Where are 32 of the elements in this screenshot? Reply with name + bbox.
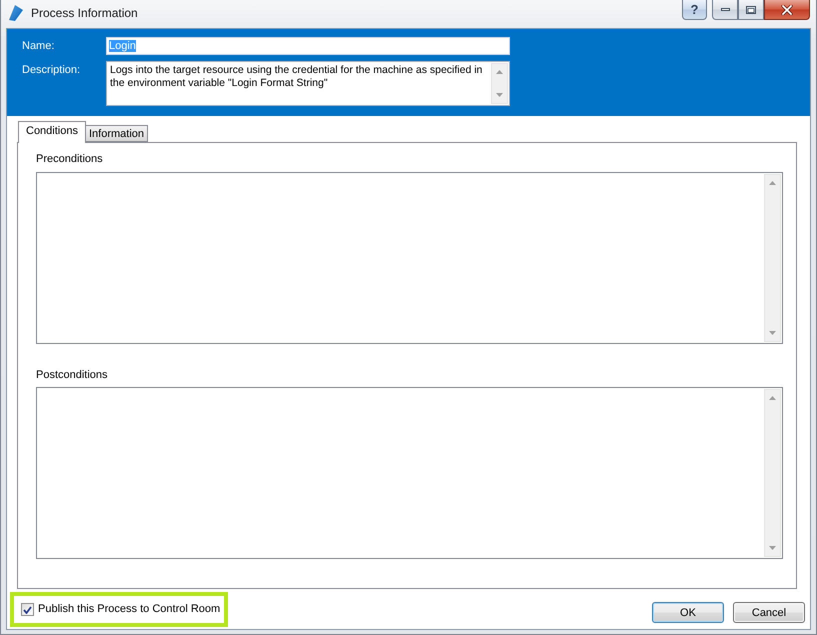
close-icon	[781, 4, 793, 14]
logo-icon	[9, 5, 23, 21]
minimize-icon	[720, 8, 730, 11]
field-label: Description:	[22, 63, 82, 77]
maximize-icon	[746, 6, 756, 14]
text-area-field[interactable]	[36, 172, 783, 344]
scroll-up-icon	[496, 70, 503, 74]
description-field[interactable]: Logs into the target resource using the credential for the machine as specified in the environment variable "Login Format String"	[106, 61, 510, 106]
scroll-up-icon	[769, 181, 776, 185]
tab[interactable]: Information	[84, 125, 148, 142]
minimize-button[interactable]	[712, 0, 738, 20]
text-area-field[interactable]	[36, 387, 783, 559]
dialog-button[interactable]: OK	[652, 602, 724, 623]
section-label: Postconditions	[36, 369, 108, 382]
scrollbar[interactable]	[764, 389, 781, 557]
window-title: Process Information	[31, 6, 138, 20]
field-label: Name:	[22, 39, 56, 54]
scroll-down-icon	[496, 93, 503, 97]
publish-label: Publish this Process to Control Room	[38, 603, 220, 616]
close-button[interactable]	[764, 0, 810, 20]
checkmark-icon	[23, 606, 32, 614]
help-button[interactable]: ?	[682, 0, 707, 20]
scroll-up-icon	[769, 396, 776, 400]
publish-checkbox[interactable]	[21, 603, 34, 616]
scrollbar[interactable]	[491, 63, 508, 104]
section-label: Preconditions	[36, 153, 103, 166]
scroll-down-icon	[769, 546, 776, 550]
dialog-button[interactable]: Cancel	[733, 602, 805, 623]
maximize-button[interactable]	[738, 0, 764, 20]
tab[interactable]: Conditions	[18, 121, 86, 143]
scrollbar[interactable]	[764, 174, 781, 342]
scroll-down-icon	[769, 331, 776, 335]
